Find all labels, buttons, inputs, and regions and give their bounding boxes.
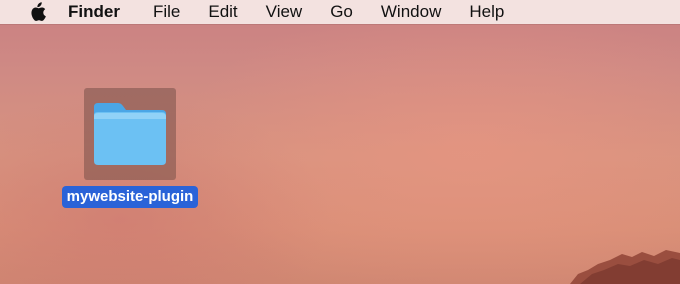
folder-selection-highlight[interactable] (84, 88, 176, 180)
menu-bar: Finder File Edit View Go Window Help (0, 0, 680, 24)
folder-name-label[interactable]: mywebsite-plugin (61, 186, 199, 208)
menu-file[interactable]: File (153, 2, 180, 22)
apple-logo-icon-glyph (31, 2, 46, 21)
menu-view[interactable]: View (266, 2, 303, 22)
wallpaper-mountain (570, 250, 680, 284)
desktop-folder-item[interactable]: mywebsite-plugin (50, 88, 210, 208)
menu-window[interactable]: Window (381, 2, 441, 22)
menu-finder[interactable]: Finder (68, 2, 120, 22)
menu-go[interactable]: Go (330, 2, 353, 22)
folder-icon[interactable] (90, 101, 170, 167)
desktop[interactable]: Finder File Edit View Go Window Help myw… (0, 0, 680, 284)
menu-help[interactable]: Help (469, 2, 504, 22)
apple-logo-icon[interactable] (26, 2, 48, 22)
menu-edit[interactable]: Edit (208, 2, 237, 22)
